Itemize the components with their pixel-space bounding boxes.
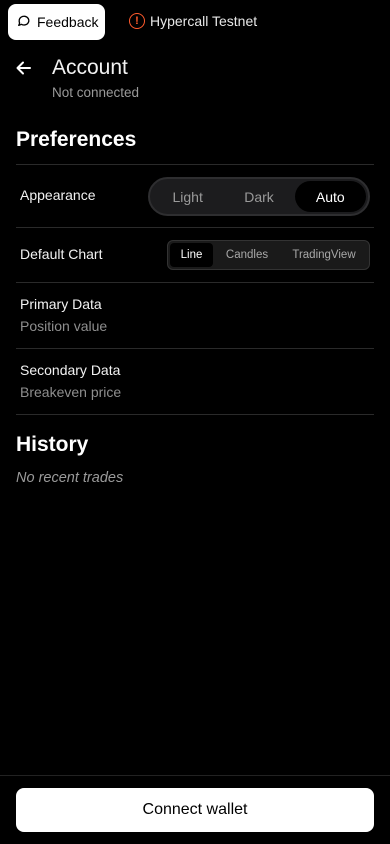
divider	[16, 414, 374, 415]
page-title: Account	[52, 56, 128, 79]
preferences-heading: Preferences	[16, 128, 137, 151]
appearance-label: Appearance	[20, 187, 96, 203]
top-bar: Feedback ! Hypercall Testnet	[0, 0, 390, 44]
divider	[16, 348, 374, 349]
back-button[interactable]	[14, 58, 34, 78]
secondary-data-value[interactable]: Breakeven price	[20, 384, 121, 400]
default-chart-selector: Line Candles TradingView	[167, 240, 370, 270]
connection-status: Not connected	[52, 85, 140, 100]
network-label: Hypercall Testnet	[150, 13, 258, 29]
divider	[16, 227, 374, 228]
chart-option-line[interactable]: Line	[170, 243, 213, 267]
appearance-option-dark[interactable]: Dark	[223, 181, 294, 212]
history-heading: History	[16, 433, 89, 456]
chart-option-tradingview[interactable]: TradingView	[281, 243, 367, 267]
arrow-left-icon	[14, 61, 34, 82]
connect-wallet-button[interactable]: Connect wallet	[16, 788, 374, 832]
feedback-label: Feedback	[37, 14, 99, 30]
appearance-option-light[interactable]: Light	[152, 181, 223, 212]
divider	[16, 282, 374, 283]
feedback-button[interactable]: Feedback	[8, 4, 105, 40]
warning-icon: !	[129, 13, 145, 29]
appearance-option-auto[interactable]: Auto	[294, 181, 366, 212]
primary-data-label: Primary Data	[20, 296, 102, 312]
primary-data-value[interactable]: Position value	[20, 318, 107, 334]
network-indicator[interactable]: ! Hypercall Testnet	[129, 13, 257, 29]
chat-bubble-icon	[17, 14, 31, 31]
divider	[16, 164, 374, 165]
footer-divider	[0, 775, 390, 776]
secondary-data-label: Secondary Data	[20, 362, 121, 378]
history-empty-state: No recent trades	[16, 470, 124, 486]
chart-option-candles[interactable]: Candles	[215, 243, 279, 267]
default-chart-label: Default Chart	[20, 246, 103, 262]
appearance-selector: Light Dark Auto	[148, 177, 370, 216]
